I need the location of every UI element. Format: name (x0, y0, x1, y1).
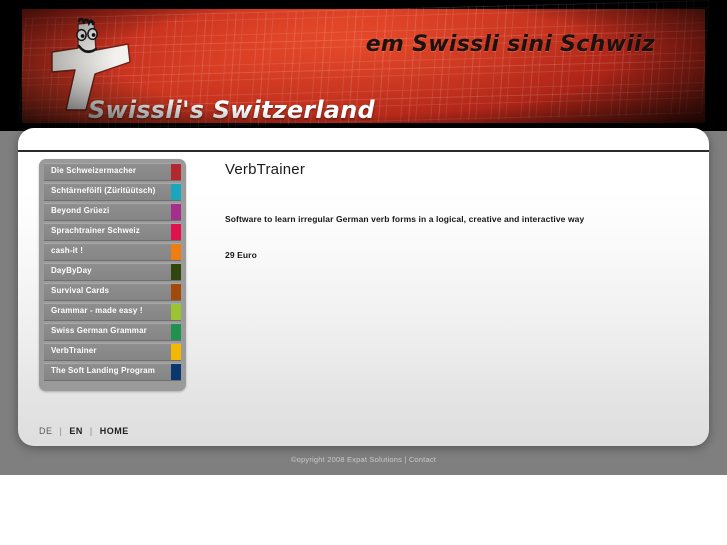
sidebar-item-color-swatch (171, 304, 181, 320)
lang-link-en[interactable]: EN (69, 426, 83, 436)
sidebar-item-label: Schtärneföifi (Züritüütsch) (51, 186, 156, 195)
language-nav: DE | EN | HOME (39, 426, 129, 436)
sidebar-item-label: Grammar - made easy ! (51, 306, 143, 315)
sidebar-item-color-swatch (171, 204, 181, 220)
header-tagline: em Swissli sini Schwiiz (365, 32, 655, 57)
sidebar-item-label: VerbTrainer (51, 346, 97, 355)
lang-link-de[interactable]: DE (39, 426, 53, 436)
lang-separator-2: | (89, 426, 93, 436)
sidebar-item-color-swatch (171, 184, 181, 200)
sidebar-nav: Die Schweizermacher Schtärneföifi (Zürit… (39, 159, 186, 391)
sidebar-item-sprachtrainer-schweiz[interactable]: Sprachtrainer Schweiz (44, 223, 181, 241)
page-title: VerbTrainer (225, 161, 306, 178)
sidebar-item-label: cash-it ! (51, 246, 84, 255)
sidebar-item-label: The Soft Landing Program (51, 366, 156, 375)
page-root: em Swissli sini Schwiiz Swissli's Switze… (0, 0, 727, 545)
sidebar-item-color-swatch (171, 264, 181, 280)
sidebar-item-die-schweizermacher[interactable]: Die Schweizermacher (44, 163, 181, 181)
site-header: em Swissli sini Schwiiz Swissli's Switze… (0, 0, 727, 131)
sidebar-item-label: DayByDay (51, 266, 92, 275)
product-price: 29 Euro (225, 250, 257, 260)
sidebar-item-color-swatch (171, 244, 181, 260)
sidebar-item-verbtrainer[interactable]: VerbTrainer (44, 343, 181, 361)
sidebar-item-label: Survival Cards (51, 286, 110, 295)
sidebar-item-color-swatch (171, 224, 181, 240)
copyright-text[interactable]: ©opyright 2008 Expat Solutions | Contact (291, 455, 436, 464)
sidebar-item-grammar-made-easy[interactable]: Grammar - made easy ! (44, 303, 181, 321)
sidebar-item-label: Swiss German Grammar (51, 326, 147, 335)
sidebar-item-color-swatch (171, 324, 181, 340)
sidebar-item-daybyday[interactable]: DayByDay (44, 263, 181, 281)
product-description: Software to learn irregular German verb … (225, 214, 585, 224)
sidebar-item-beyond-gruezi[interactable]: Beyond Grüezi (44, 203, 181, 221)
sidebar-item-label: Beyond Grüezi (51, 206, 110, 215)
sidebar-item-label: Die Schweizermacher (51, 166, 137, 175)
sidebar-item-color-swatch (171, 284, 181, 300)
sidebar-item-the-soft-landing-program[interactable]: The Soft Landing Program (44, 363, 181, 381)
sidebar-item-schtaernefoeifi[interactable]: Schtärneföifi (Züritüütsch) (44, 183, 181, 201)
lang-separator-1: | (59, 426, 63, 436)
sidebar-item-swiss-german-grammar[interactable]: Swiss German Grammar (44, 323, 181, 341)
sidebar-item-color-swatch (171, 344, 181, 360)
sidebar-item-cash-it[interactable]: cash-it ! (44, 243, 181, 261)
sidebar-item-survival-cards[interactable]: Survival Cards (44, 283, 181, 301)
site-name-wordmark: Swissli's Switzerland (88, 96, 375, 124)
home-link[interactable]: HOME (100, 426, 129, 436)
content-panel: Die Schweizermacher Schtärneföifi (Zürit… (18, 128, 709, 446)
sidebar-item-color-swatch (171, 164, 181, 180)
main-content: VerbTrainer Software to learn irregular … (208, 152, 698, 260)
copyright-notice: ©opyright 2008 Expat Solutions | Contact (0, 455, 727, 464)
sidebar-item-color-swatch (171, 364, 181, 380)
sidebar-item-label: Sprachtrainer Schweiz (51, 226, 140, 235)
